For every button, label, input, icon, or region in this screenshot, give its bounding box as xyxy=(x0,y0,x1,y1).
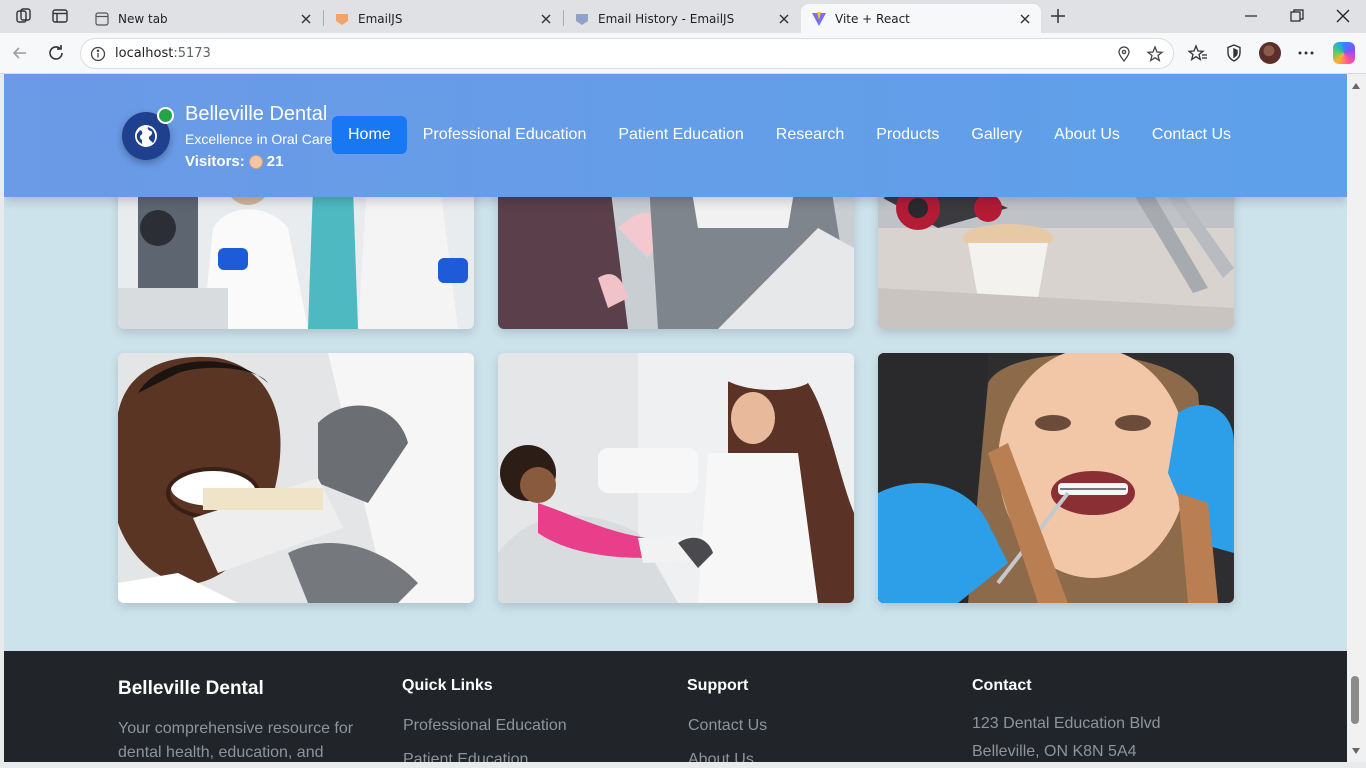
footer-brand: Belleville Dental xyxy=(118,678,264,699)
tab-email-history[interactable]: Email History - EmailJS xyxy=(564,4,800,33)
visitors-count: 21 xyxy=(266,153,284,170)
footer-description: Your comprehensive resource for dental h… xyxy=(118,720,354,761)
copilot-icon[interactable] xyxy=(1333,42,1355,64)
orthodontic-braces-photo[interactable] xyxy=(878,353,1234,603)
location-pin-icon[interactable] xyxy=(1115,45,1133,63)
browser-tab-bar: New tab EmailJS Email History - EmailJS … xyxy=(0,0,1366,33)
online-status-indicator xyxy=(157,107,174,124)
favorite-star-icon[interactable] xyxy=(1146,45,1164,63)
new-tab-plus-icon[interactable] xyxy=(1049,7,1067,25)
footer-link-contact-us[interactable]: Contact Us xyxy=(688,717,767,735)
page-viewport: Belleville Dental Excellence in Oral Car… xyxy=(4,74,1347,762)
scrollbar-thumb[interactable] xyxy=(1351,676,1359,724)
tab-vite-react[interactable]: Vite + React xyxy=(801,4,1041,33)
close-window-icon[interactable] xyxy=(1333,6,1353,26)
child-in-dental-chair-photo[interactable] xyxy=(498,353,854,603)
site-header: Belleville Dental Excellence in Oral Car… xyxy=(4,74,1347,197)
tab-title: Vite + React xyxy=(835,11,910,26)
restore-icon[interactable] xyxy=(1287,6,1307,26)
nav-patient-education[interactable]: Patient Education xyxy=(602,116,759,154)
footer-link-patient-education[interactable]: Patient Education xyxy=(403,751,528,762)
profile-avatar[interactable] xyxy=(1259,42,1281,64)
emailjs-favicon xyxy=(576,13,588,25)
nav-research[interactable]: Research xyxy=(760,116,860,154)
site-info-icon[interactable] xyxy=(89,45,107,63)
close-tab-icon[interactable] xyxy=(1017,11,1033,27)
main-nav: Home Professional Education Patient Educ… xyxy=(332,116,1247,154)
vertical-tabs-icon[interactable] xyxy=(51,7,69,25)
footer-contact-address: 123 Dental Education Blvd xyxy=(972,715,1161,732)
tab-title: New tab xyxy=(118,11,168,26)
visitors-label: Visitors: xyxy=(185,153,245,170)
url-text[interactable]: localhost:5173 xyxy=(115,46,211,61)
close-tab-icon[interactable] xyxy=(538,11,554,27)
nav-about-us[interactable]: About Us xyxy=(1038,116,1136,154)
more-options-icon[interactable] xyxy=(1296,43,1316,63)
footer-link-about-us[interactable]: About Us xyxy=(688,751,754,762)
brand-title[interactable]: Belleville Dental xyxy=(185,103,327,126)
site-footer: Belleville Dental Your comprehensive res… xyxy=(4,651,1347,762)
footer-contact-title: Contact xyxy=(972,677,1032,694)
tab-emailjs[interactable]: EmailJS xyxy=(324,4,562,33)
scroll-up-arrow-icon[interactable] xyxy=(1351,82,1361,90)
minimize-icon[interactable] xyxy=(1241,6,1261,26)
new-tab-page-icon xyxy=(95,11,109,26)
browser-toolbar: localhost:5173 xyxy=(0,33,1366,74)
smiling-man-shade-guide-photo[interactable] xyxy=(118,353,474,603)
close-tab-icon[interactable] xyxy=(298,11,314,27)
vite-favicon xyxy=(812,11,826,26)
favorites-icon[interactable] xyxy=(1188,43,1208,63)
refresh-icon[interactable] xyxy=(46,43,66,63)
globe-icon xyxy=(135,125,157,147)
nav-professional-education[interactable]: Professional Education xyxy=(407,116,603,154)
footer-quick-links-title: Quick Links xyxy=(402,677,493,694)
tab-new-tab[interactable]: New tab xyxy=(84,4,322,33)
footer-contact-city: Belleville, ON K8N 5A4 xyxy=(972,743,1137,760)
close-tab-icon[interactable] xyxy=(776,11,792,27)
nav-products[interactable]: Products xyxy=(860,116,955,154)
nav-contact-us[interactable]: Contact Us xyxy=(1136,116,1247,154)
tab-title: Email History - EmailJS xyxy=(598,11,735,26)
nav-home[interactable]: Home xyxy=(332,116,407,154)
visitor-face-icon xyxy=(248,154,263,169)
footer-link-professional-education[interactable]: Professional Education xyxy=(403,717,567,735)
shield-icon[interactable] xyxy=(1224,43,1244,63)
workspaces-icon[interactable] xyxy=(15,7,33,25)
emailjs-favicon xyxy=(336,13,348,25)
back-arrow-icon[interactable] xyxy=(10,43,30,63)
visitor-counter: Visitors: 21 xyxy=(185,153,283,170)
scroll-down-arrow-icon[interactable] xyxy=(1351,747,1361,755)
nav-gallery[interactable]: Gallery xyxy=(955,116,1038,154)
brand-subtitle: Excellence in Oral Care xyxy=(185,131,333,147)
footer-support-title: Support xyxy=(687,677,749,694)
address-bar[interactable]: localhost:5173 xyxy=(80,38,1174,69)
tab-title: EmailJS xyxy=(358,11,403,26)
page-scrollbar[interactable] xyxy=(1347,74,1366,762)
